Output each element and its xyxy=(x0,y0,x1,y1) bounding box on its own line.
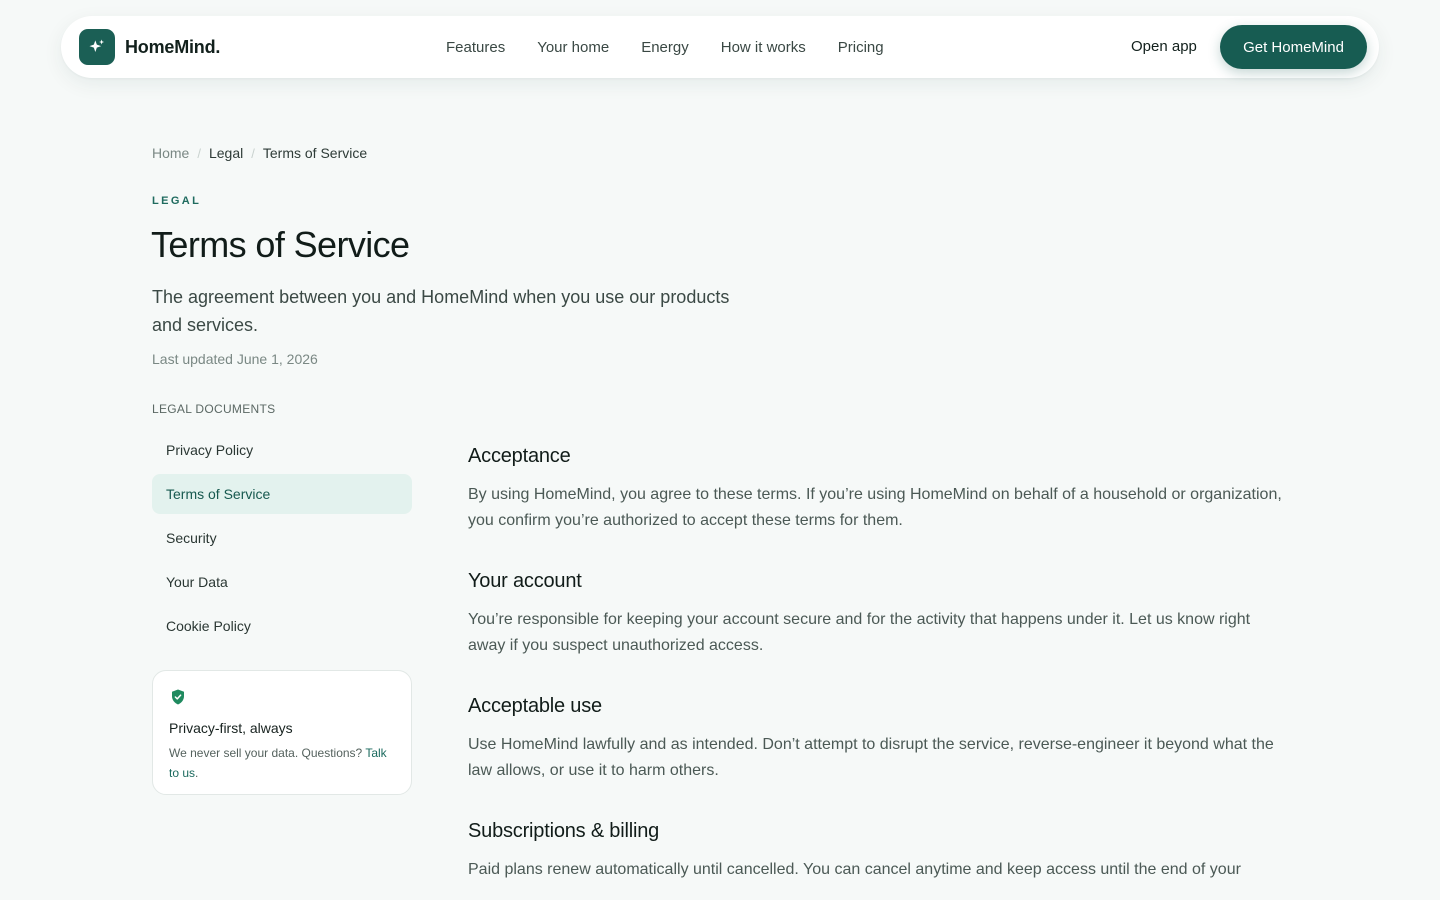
breadcrumb-home[interactable]: Home xyxy=(152,145,189,161)
section-title: Acceptance xyxy=(468,445,571,467)
nav-links: Features Your home Energy How it works P… xyxy=(446,16,916,78)
section-title: Acceptable use xyxy=(468,695,602,717)
nav-link-your-home[interactable]: Your home xyxy=(537,39,609,56)
privacy-card: Privacy-first, always We never sell your… xyxy=(152,670,412,795)
section-acceptance: Acceptance By using HomeMind, you agree … xyxy=(468,443,1288,534)
card-title: Privacy-first, always xyxy=(169,720,293,736)
sidebar-item-terms-of-service[interactable]: Terms of Service xyxy=(152,474,412,514)
breadcrumb: Home / Legal / Terms of Service xyxy=(152,145,367,161)
card-text: We never sell your data. Questions? Talk… xyxy=(169,743,395,783)
section-body: Use HomeMind lawfully and as intended. D… xyxy=(468,736,1274,779)
open-app-link[interactable]: Open app xyxy=(1131,38,1197,55)
section-subscriptions-billing: Subscriptions & billing Paid plans renew… xyxy=(468,818,1288,883)
breadcrumb-separator: / xyxy=(251,145,255,161)
nav-link-pricing[interactable]: Pricing xyxy=(838,39,884,56)
section-title: Subscriptions & billing xyxy=(468,820,660,842)
sparkle-icon xyxy=(79,29,115,65)
page-title: Terms of Service xyxy=(151,224,410,265)
nav-link-how-it-works[interactable]: How it works xyxy=(721,39,806,56)
card-text-body: We never sell your data. Questions? xyxy=(169,746,366,760)
nav-link-energy[interactable]: Energy xyxy=(641,39,689,56)
get-homemind-button[interactable]: Get HomeMind xyxy=(1220,25,1367,69)
sidebar-item-security[interactable]: Security xyxy=(152,518,412,558)
terms-content: Acceptance By using HomeMind, you agree … xyxy=(468,443,1288,900)
nav-link-features[interactable]: Features xyxy=(446,39,505,56)
card-text-end: . xyxy=(195,766,199,780)
breadcrumb-separator: / xyxy=(197,145,201,161)
section-acceptable-use: Acceptable use Use HomeMind lawfully and… xyxy=(468,693,1288,784)
legal-docs-nav: Privacy Policy Terms of Service Security… xyxy=(152,430,412,650)
page-subtitle: The agreement between you and HomeMind w… xyxy=(152,287,730,335)
top-navbar: HomeMind. Features Your home Energy How … xyxy=(61,16,1379,78)
brand[interactable]: HomeMind. xyxy=(79,29,220,65)
section-your-account: Your account You’re responsible for keep… xyxy=(468,568,1288,659)
page-eyebrow: LEGAL xyxy=(152,195,202,207)
section-body: By using HomeMind, you agree to these te… xyxy=(468,486,1282,529)
sidebar-item-cookie-policy[interactable]: Cookie Policy xyxy=(152,606,412,646)
breadcrumb-current: Terms of Service xyxy=(262,145,368,161)
shield-check-icon xyxy=(169,689,187,710)
sidebar-heading: LEGAL DOCUMENTS xyxy=(152,402,276,416)
last-updated: Last updated June 1, 2026 xyxy=(152,351,318,367)
section-title: Your account xyxy=(468,570,582,592)
sidebar-item-privacy-policy[interactable]: Privacy Policy xyxy=(152,430,412,470)
breadcrumb-legal[interactable]: Legal xyxy=(209,145,243,161)
sidebar-item-your-data[interactable]: Your Data xyxy=(152,562,412,602)
brand-name: HomeMind. xyxy=(125,36,221,57)
section-body: You’re responsible for keeping your acco… xyxy=(468,611,1251,654)
section-body: Paid plans renew automatically until can… xyxy=(468,861,1241,878)
